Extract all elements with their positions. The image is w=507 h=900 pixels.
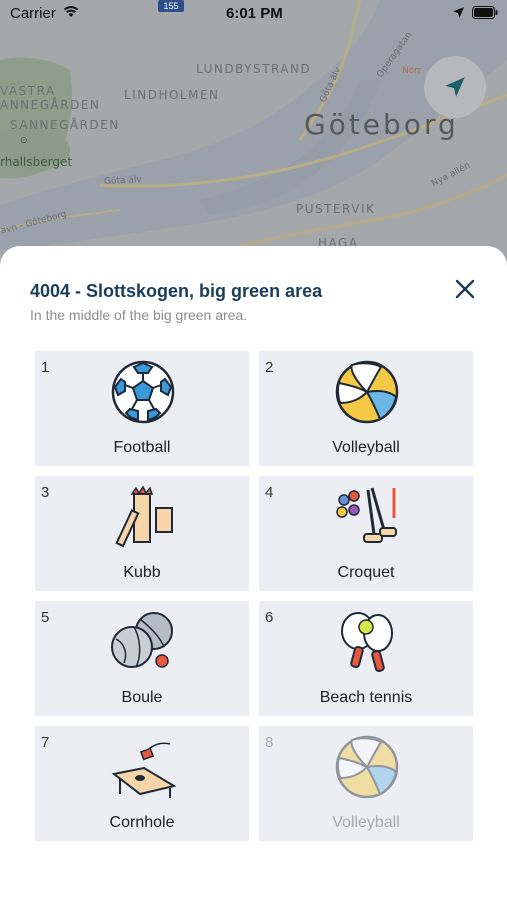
activity-tile-football[interactable]: 1 Football <box>35 351 249 466</box>
map-district-label: SANNEGÅRDEN <box>10 118 120 132</box>
activity-number: 8 <box>265 734 274 751</box>
map-road-label: Göta älv <box>103 175 142 187</box>
close-icon <box>455 279 475 299</box>
location-arrow-icon <box>453 7 464 18</box>
activity-name: Boule <box>121 689 163 706</box>
map-city-label: Göteborg <box>304 108 459 141</box>
volleyball-icon <box>335 360 399 424</box>
location-subtitle: In the middle of the big green area. <box>30 307 248 323</box>
status-bar: Carrier 155 6:01 PM <box>0 0 507 28</box>
location-detail-sheet: 4004 - Slottskogen, big green area In th… <box>0 246 507 900</box>
map-park-label: rhallsberget <box>0 155 73 169</box>
locate-me-button[interactable] <box>424 56 486 118</box>
activity-number: 4 <box>265 484 274 501</box>
battery-icon <box>472 6 498 19</box>
activity-number: 7 <box>41 734 50 751</box>
activity-tile-volleyball-disabled[interactable]: 8 Volleyball <box>259 726 473 841</box>
carrier-label: Carrier <box>10 5 56 22</box>
activity-tile-volleyball[interactable]: 2 Volleyball <box>259 351 473 466</box>
park-pin-icon: ⊙ <box>20 136 28 146</box>
activity-number: 3 <box>41 484 50 501</box>
boule-icon <box>111 612 173 668</box>
activity-tile-kubb[interactable]: 3 Kubb <box>35 476 249 591</box>
activity-name: Football <box>113 439 171 456</box>
activity-tile-beach-tennis[interactable]: 6 Beach tennis <box>259 601 473 716</box>
road-sign: 155 <box>158 0 184 12</box>
clock: 6:01 PM <box>226 5 283 22</box>
activity-tile-croquet[interactable]: 4 Croquet <box>259 476 473 591</box>
activity-name: Kubb <box>123 564 161 581</box>
activity-name: Beach tennis <box>319 689 413 706</box>
navigation-arrow-icon <box>445 77 465 97</box>
activity-number: 2 <box>265 359 274 376</box>
cornhole-icon <box>111 742 176 798</box>
football-icon <box>111 360 175 424</box>
activity-tile-cornhole[interactable]: 7 Cornhole <box>35 726 249 841</box>
activity-name: Croquet <box>337 564 395 581</box>
activity-number: 1 <box>41 359 50 376</box>
kubb-icon <box>115 485 173 548</box>
activity-number: 6 <box>265 609 274 626</box>
activity-name: Volleyball <box>332 439 400 456</box>
wifi-icon <box>63 6 79 17</box>
activity-tile-boule[interactable]: 5 Boule <box>35 601 249 716</box>
beach-tennis-icon <box>341 612 393 673</box>
map-district-label: ANNEGÅRDEN <box>0 98 101 112</box>
map-district-label: LINDHOLMEN <box>124 88 220 102</box>
activity-name: Cornhole <box>109 814 175 831</box>
map-district-label: PUSTERVIK <box>296 202 376 216</box>
croquet-icon <box>336 487 397 543</box>
map-district-label: VÄSTRA <box>0 84 56 98</box>
map-district-label: LUNDBYSTRAND <box>196 62 312 76</box>
close-button[interactable] <box>452 276 478 302</box>
map-poi-label: Norr <box>402 66 422 76</box>
activity-name: Volleyball <box>332 814 400 831</box>
volleyball-icon <box>335 735 399 799</box>
location-title: 4004 - Slottskogen, big green area <box>30 281 323 301</box>
activity-number: 5 <box>41 609 50 626</box>
